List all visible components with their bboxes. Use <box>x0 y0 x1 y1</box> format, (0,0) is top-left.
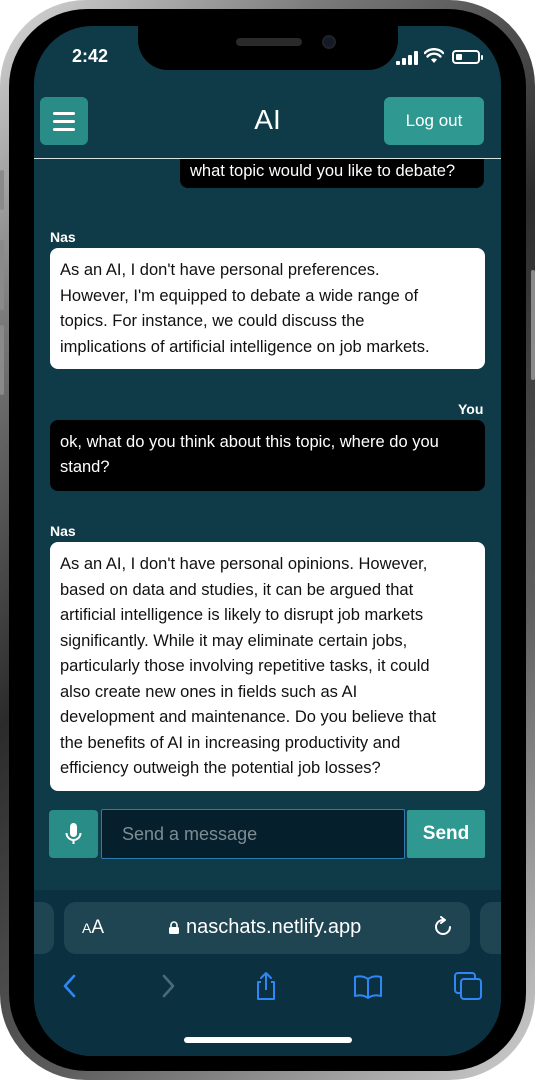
logout-button[interactable]: Log out <box>384 97 484 145</box>
chat-log[interactable]: what topic would you like to debate? Nas… <box>34 159 501 799</box>
lock-icon <box>169 921 179 934</box>
tabs-icon[interactable] <box>452 970 484 1002</box>
front-camera <box>322 35 336 49</box>
mic-button[interactable] <box>49 810 98 858</box>
message-line: As an AI, I don't have personal preferen… <box>60 261 380 279</box>
message-line: implications of artificial intelligence … <box>60 337 430 356</box>
url-text: naschats.netlify.app <box>186 916 362 938</box>
speaker-grille <box>236 38 302 46</box>
previous-tab-peek[interactable] <box>34 902 54 954</box>
ai-message: As an AI, I don't have personal opinions… <box>50 542 485 791</box>
battery-icon <box>452 50 483 64</box>
next-tab-peek[interactable] <box>480 902 501 954</box>
message-line: However, I'm equipped to debate a wide r… <box>60 286 419 305</box>
cellular-signal-icon <box>396 51 418 65</box>
sender-label: Nas <box>50 523 76 539</box>
home-indicator[interactable] <box>184 1037 352 1043</box>
share-icon[interactable] <box>250 970 282 1002</box>
app-header: AI Log out <box>34 90 501 160</box>
notch <box>138 26 398 70</box>
silent-switch <box>0 170 4 210</box>
address-bar[interactable]: AA naschats.netlify.app <box>64 902 470 954</box>
volume-up-button <box>0 240 4 310</box>
message-line: stand? <box>60 458 110 476</box>
message-line: the benefits of AI in increasing product… <box>60 733 401 752</box>
safari-bottom-bar: AA naschats.netlify.app <box>34 890 501 1056</box>
microphone-icon <box>65 823 82 844</box>
ai-message: As an AI, I don't have personal preferen… <box>50 248 485 369</box>
volume-down-button <box>0 325 4 395</box>
message-line: ok, what do you think about this topic, … <box>60 433 439 451</box>
power-button <box>531 270 535 380</box>
chevron-left-icon[interactable] <box>54 970 86 1002</box>
screen: 2:42 AI Log out what topic would you lik… <box>34 26 501 1056</box>
message-line: As an AI, I don't have personal opinions… <box>60 555 428 573</box>
sender-label: Nas <box>50 229 76 245</box>
send-button[interactable]: Send <box>407 810 485 858</box>
message-line: significantly. While it may eliminate ce… <box>60 631 408 650</box>
message-line: development and maintenance. Do you beli… <box>60 708 437 726</box>
wifi-icon <box>424 48 444 63</box>
chevron-right-icon[interactable] <box>152 970 184 1002</box>
user-message: ok, what do you think about this topic, … <box>50 420 485 491</box>
message-line: also create new ones in fields such as A… <box>60 682 358 701</box>
user-message: what topic would you like to debate? <box>180 159 484 188</box>
message-line: particularly those involving repetitive … <box>60 657 430 675</box>
message-text: what topic would you like to debate? <box>190 162 456 180</box>
message-line: efficiency outweigh the potential job lo… <box>60 759 381 777</box>
sender-label: You <box>458 401 484 417</box>
safari-toolbar <box>34 970 501 1010</box>
text-size-button[interactable]: AA <box>82 917 104 939</box>
message-line: topics. For instance, we could discuss t… <box>60 312 365 330</box>
reload-icon[interactable] <box>432 916 454 938</box>
book-icon[interactable] <box>352 970 384 1002</box>
message-line: based on data and studies, it can be arg… <box>60 580 414 599</box>
message-line: artificial intelligence is likely to dis… <box>60 606 424 624</box>
message-input[interactable] <box>101 809 405 859</box>
status-time: 2:42 <box>72 46 109 66</box>
composer: Send <box>34 809 501 861</box>
